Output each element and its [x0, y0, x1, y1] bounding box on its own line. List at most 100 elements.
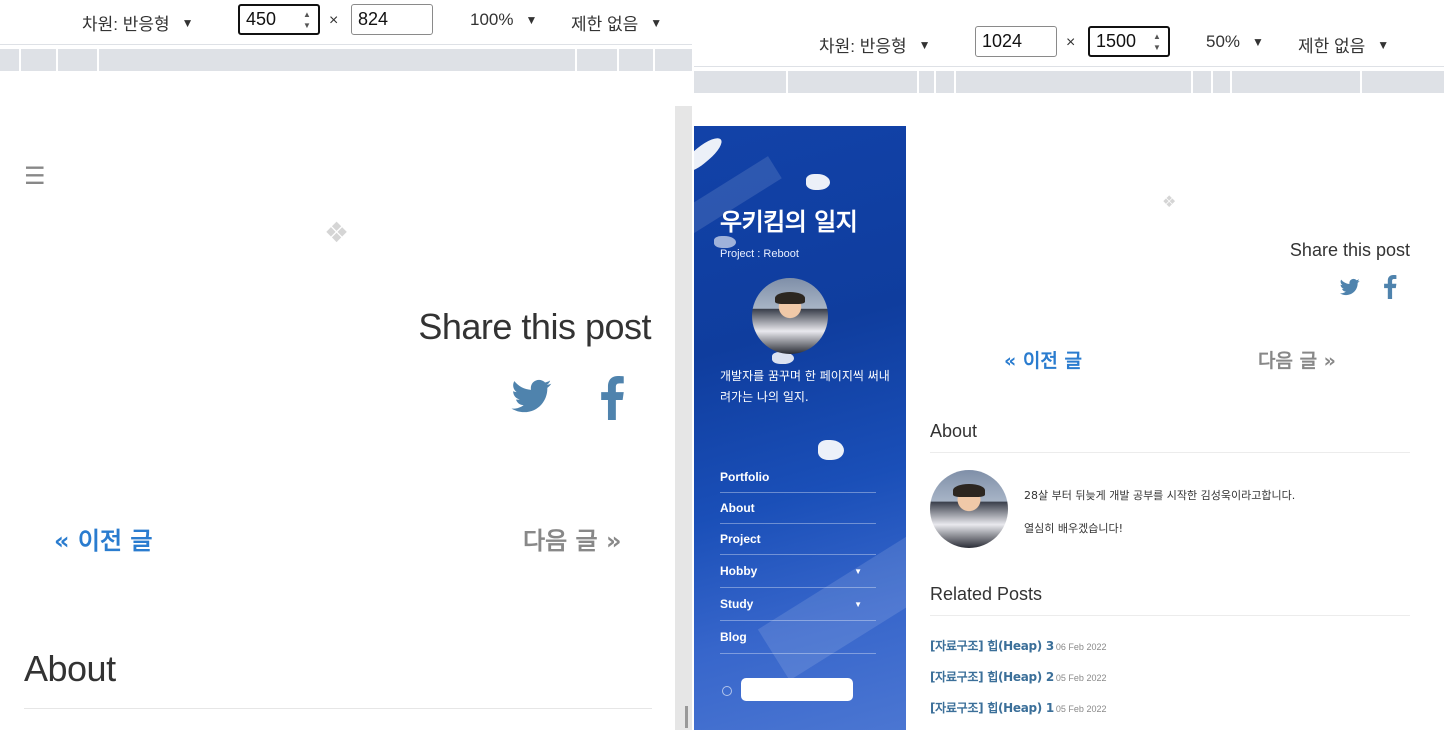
- about-text-line: 열심히 배우겠습니다!: [1024, 522, 1123, 535]
- sidebar-item-project[interactable]: Project: [720, 524, 876, 555]
- next-post-link[interactable]: 다음 글 »: [1258, 346, 1336, 373]
- about-text-line: 28살 부터 뒤늦게 개발 공부를 시작한 김성욱이라고합니다.: [1024, 489, 1296, 502]
- related-post-item[interactable]: [자료구조] 힙(Heap) 3 06 Feb 2022: [930, 637, 1106, 654]
- width-value: 1024: [982, 31, 1023, 51]
- dimension-label: 차원: 반응형: [82, 15, 170, 34]
- toolbar-divider: [0, 44, 692, 45]
- width-spinner[interactable]: ▲ ▼: [300, 10, 314, 30]
- blog-title[interactable]: 우키킴의 일지: [720, 202, 858, 237]
- related-post-item[interactable]: [자료구조] 힙(Heap) 2 05 Feb 2022: [930, 668, 1106, 685]
- zoom-label: 100%: [470, 10, 514, 29]
- throttle-label: 제한 없음: [1298, 37, 1366, 56]
- sidebar-item-label: Study: [720, 597, 754, 611]
- dimension-dropdown[interactable]: 차원: 반응형 ▼: [819, 32, 931, 57]
- cloud-decoration: [714, 236, 736, 248]
- cloud-decoration: [806, 174, 830, 190]
- twitter-icon[interactable]: [510, 376, 554, 416]
- toolbar-divider: [694, 66, 1444, 67]
- related-post-title[interactable]: [자료구조] 힙(Heap) 3: [930, 639, 1054, 653]
- dropdown-caret-icon: ▼: [650, 15, 663, 30]
- zoom-label: 50%: [1206, 32, 1241, 51]
- width-value: 450: [246, 9, 277, 29]
- share-post-title: Share this post: [418, 306, 651, 347]
- about-heading: About: [930, 421, 978, 441]
- media-query-ruler[interactable]: [694, 71, 1444, 93]
- author-avatar: [930, 470, 1008, 548]
- sidebar-item-study[interactable]: Study ▼: [720, 588, 876, 621]
- next-post-link[interactable]: 다음 글 »: [523, 521, 621, 556]
- throttle-label: 제한 없음: [571, 15, 639, 34]
- related-post-title[interactable]: [자료구조] 힙(Heap) 2: [930, 670, 1054, 684]
- submenu-caret-icon[interactable]: ▼: [854, 567, 862, 576]
- facebook-icon[interactable]: [596, 376, 628, 420]
- dropdown-caret-icon: ▼: [1377, 37, 1390, 52]
- spin-up-icon[interactable]: ▲: [1153, 32, 1161, 41]
- times-sign: ×: [1066, 34, 1076, 51]
- related-post-date: 06 Feb 2022: [1055, 642, 1107, 652]
- search-input[interactable]: [741, 678, 853, 701]
- media-query-ruler[interactable]: [0, 49, 692, 71]
- times-sign: ×: [329, 12, 339, 29]
- prev-post-link[interactable]: « 이전 글: [54, 521, 152, 556]
- submenu-caret-icon[interactable]: ▼: [854, 600, 862, 609]
- avatar: [752, 278, 828, 354]
- sidebar-item-label: Portfolio: [720, 470, 770, 484]
- about-heading: About: [24, 648, 116, 689]
- cloud-decoration: [818, 440, 844, 460]
- related-post-date: 05 Feb 2022: [1055, 704, 1107, 714]
- height-input[interactable]: 824: [351, 4, 433, 35]
- dropdown-caret-icon: ▼: [918, 37, 931, 52]
- related-divider: [930, 615, 1410, 616]
- share-post-title: Share this post: [1289, 240, 1410, 260]
- right-device-toolbar: 차원: 반응형 ▼ 1024 × 1500 ▲ ▼ 50% ▼ 제한 없음 ▼: [694, 22, 1444, 62]
- spin-down-icon[interactable]: ▼: [1153, 43, 1161, 52]
- height-value: 1500: [1096, 31, 1137, 51]
- prev-post-link[interactable]: « 이전 글: [1004, 346, 1082, 373]
- related-post-item[interactable]: [자료구조] 힙(Heap) 1 05 Feb 2022: [930, 699, 1106, 716]
- related-posts-heading: Related Posts: [930, 584, 1043, 604]
- dimension-dropdown[interactable]: 차원: 반응형 ▼: [82, 10, 194, 35]
- spin-down-icon[interactable]: ▼: [303, 21, 311, 30]
- spin-up-icon[interactable]: ▲: [303, 10, 311, 19]
- left-device-toolbar: 차원: 반응형 ▼ 450 ▲ ▼ × 824 100% ▼ 제한 없음 ▼: [0, 0, 692, 40]
- sidebar-item-label: About: [720, 501, 755, 515]
- throttle-dropdown[interactable]: 제한 없음 ▼: [1298, 32, 1389, 57]
- diamond-divider-icon: ❖: [324, 217, 350, 248]
- dropdown-caret-icon: ▼: [525, 13, 538, 27]
- related-post-date: 05 Feb 2022: [1055, 673, 1107, 683]
- sidebar-item-about[interactable]: About: [720, 493, 876, 524]
- sidebar-item-hobby[interactable]: Hobby ▼: [720, 555, 876, 588]
- dropdown-caret-icon: ▼: [181, 15, 194, 30]
- about-divider: [930, 452, 1410, 453]
- sidebar-item-label: Project: [720, 532, 761, 546]
- height-spinner[interactable]: ▲ ▼: [1150, 32, 1164, 52]
- cloud-decoration: [694, 133, 726, 175]
- twitter-icon[interactable]: [1339, 277, 1361, 297]
- height-input[interactable]: 1500 ▲ ▼: [1088, 26, 1170, 57]
- zoom-dropdown[interactable]: 50% ▼: [1206, 32, 1264, 52]
- mobile-viewport: ☰ ❖ Share this post « 이전 글 다음 글 » About: [0, 106, 675, 730]
- scrollbar-thumb[interactable]: [685, 706, 688, 728]
- blog-subtitle: Project : Reboot: [720, 248, 799, 260]
- sidebar-item-label: Hobby: [720, 564, 758, 578]
- related-post-title[interactable]: [자료구조] 힙(Heap) 1: [930, 701, 1054, 715]
- dimension-label: 차원: 반응형: [819, 37, 907, 56]
- dropdown-caret-icon: ▼: [1252, 35, 1264, 49]
- diamond-divider-icon: ❖: [1162, 194, 1177, 211]
- search-icon: [722, 686, 732, 696]
- width-input[interactable]: 1024: [975, 26, 1057, 57]
- blog-bio: 개발자를 꿈꾸며 한 페이지씩 써내려가는 나의 일지.: [720, 369, 890, 404]
- sidebar-item-portfolio[interactable]: Portfolio: [720, 462, 876, 493]
- blog-sidebar: 우키킴의 일지 Project : Reboot 개발자를 꿈꾸며 한 페이지씩…: [694, 126, 906, 730]
- menu-toggle-icon[interactable]: ☰: [24, 162, 46, 191]
- about-divider: [24, 708, 652, 709]
- mobile-scrollbar[interactable]: [675, 106, 692, 730]
- facebook-icon[interactable]: [1383, 275, 1397, 299]
- sidebar-item-blog[interactable]: Blog: [720, 621, 876, 654]
- height-value: 824: [358, 9, 389, 29]
- sidebar-item-label: Blog: [720, 630, 747, 644]
- sidebar-menu: Portfolio About Project Hobby ▼ Study ▼ …: [720, 462, 876, 654]
- width-input[interactable]: 450 ▲ ▼: [238, 4, 320, 35]
- zoom-dropdown[interactable]: 100% ▼: [470, 10, 537, 30]
- throttle-dropdown[interactable]: 제한 없음 ▼: [571, 10, 662, 35]
